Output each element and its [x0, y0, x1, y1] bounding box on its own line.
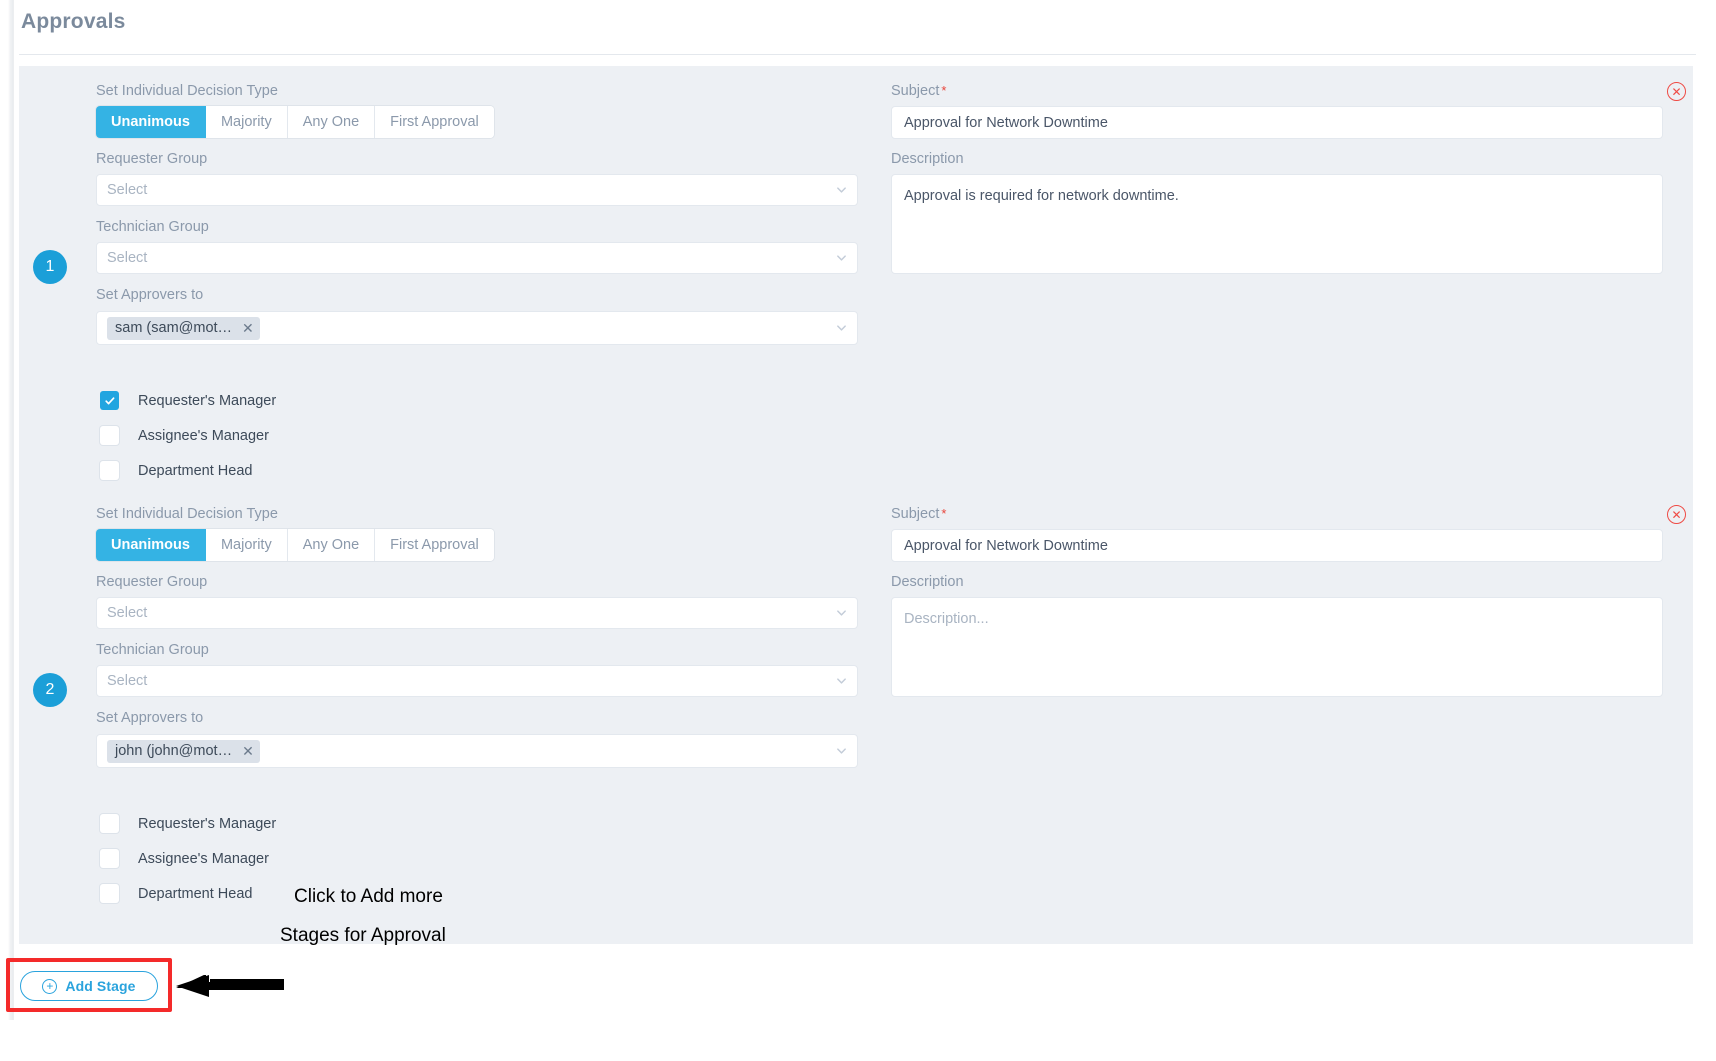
checkbox-box — [100, 814, 119, 833]
decision-type-anyone-2[interactable]: Any One — [287, 529, 376, 561]
decision-type-unanimous-1[interactable]: Unanimous — [96, 106, 206, 138]
checkbox-requesters-manager-2[interactable]: Requester's Manager — [100, 814, 276, 833]
decision-type-group-2[interactable]: Unanimous Majority Any One First Approva… — [96, 529, 494, 561]
subject-label-2: Subject * — [891, 506, 946, 522]
checkbox-label: Requester's Manager — [138, 392, 277, 409]
annotation-arrow-icon — [176, 974, 284, 997]
description-label-2: Description — [891, 574, 964, 590]
description-textarea-1[interactable]: Approval is required for network downtim… — [891, 174, 1663, 274]
approvals-page: Approvals 1 ✕ Set Individual Decision Ty… — [0, 0, 1716, 1061]
requester-group-value-1: Select — [107, 182, 148, 198]
technician-group-label-1: Technician Group — [96, 219, 209, 235]
checkbox-label: Assignee's Manager — [138, 850, 269, 867]
checkbox-label: Department Head — [138, 885, 253, 902]
chevron-down-icon — [836, 253, 847, 264]
chevron-down-icon — [836, 323, 847, 334]
checkbox-label: Department Head — [138, 462, 253, 479]
checkbox-label: Requester's Manager — [138, 815, 277, 832]
subject-label-text-2: Subject — [891, 506, 940, 522]
checkbox-department-head-1[interactable]: Department Head — [100, 461, 252, 480]
decision-type-group-1[interactable]: Unanimous Majority Any One First Approva… — [96, 106, 494, 138]
remove-approver-icon-2[interactable]: ✕ — [242, 744, 254, 758]
decision-type-anyone-1[interactable]: Any One — [287, 106, 376, 138]
checkbox-box — [100, 884, 119, 903]
chevron-down-icon — [836, 185, 847, 196]
set-approvers-select-2[interactable]: john (john@mot… ✕ — [96, 734, 858, 768]
approver-token-label-1: sam (sam@mot… — [115, 320, 233, 336]
requester-group-select-2[interactable]: Select — [96, 597, 858, 629]
header-divider — [19, 54, 1696, 55]
chevron-down-icon — [836, 608, 847, 619]
set-approvers-label-1: Set Approvers to — [96, 287, 204, 303]
page-left-edge-line — [13, 0, 14, 1020]
technician-group-label-2: Technician Group — [96, 642, 209, 658]
chevron-down-icon — [836, 676, 847, 687]
checkbox-assignees-manager-1[interactable]: Assignee's Manager — [100, 426, 269, 445]
technician-group-select-2[interactable]: Select — [96, 665, 858, 697]
requester-group-select-1[interactable]: Select — [96, 174, 858, 206]
requester-group-value-2: Select — [107, 605, 148, 621]
page-title: Approvals — [21, 10, 126, 33]
description-label-1: Description — [891, 151, 964, 167]
decision-type-label-1: Set Individual Decision Type — [96, 83, 278, 99]
decision-type-majority-1[interactable]: Majority — [205, 106, 288, 138]
remove-approver-icon-1[interactable]: ✕ — [242, 321, 254, 335]
checkbox-assignees-manager-2[interactable]: Assignee's Manager — [100, 849, 269, 868]
checkbox-box — [100, 849, 119, 868]
description-textarea-2[interactable]: Description... — [891, 597, 1663, 697]
stage-number-badge-2: 2 — [33, 673, 67, 707]
add-stage-button[interactable]: + Add Stage — [20, 971, 158, 1001]
approver-token-1: sam (sam@mot… ✕ — [107, 316, 260, 340]
decision-type-firstapproval-2[interactable]: First Approval — [375, 529, 494, 561]
decision-type-label-2: Set Individual Decision Type — [96, 506, 278, 522]
stage-number-badge-1: 1 — [33, 250, 67, 284]
checkbox-box — [100, 426, 119, 445]
requester-group-label-1: Requester Group — [96, 151, 208, 167]
set-approvers-select-1[interactable]: sam (sam@mot… ✕ — [96, 311, 858, 345]
checkbox-department-head-2[interactable]: Department Head — [100, 884, 252, 903]
set-approvers-label-2: Set Approvers to — [96, 710, 204, 726]
checkbox-box — [100, 461, 119, 480]
technician-group-value-2: Select — [107, 673, 148, 689]
subject-label-1: Subject * — [891, 83, 946, 99]
decision-type-unanimous-2[interactable]: Unanimous — [96, 529, 206, 561]
checkbox-label: Assignee's Manager — [138, 427, 269, 444]
annotation-line-1: Click to Add more — [294, 886, 443, 907]
chevron-down-icon — [836, 746, 847, 757]
subject-input-2[interactable]: Approval for Network Downtime — [891, 529, 1663, 562]
remove-stage-icon-1[interactable]: ✕ — [1667, 82, 1686, 101]
checkbox-requesters-manager-1[interactable]: Requester's Manager — [100, 391, 276, 410]
requester-group-label-2: Requester Group — [96, 574, 208, 590]
annotation-line-2: Stages for Approval — [280, 925, 446, 946]
checkbox-box — [100, 391, 119, 410]
required-mark: * — [941, 506, 947, 521]
decision-type-firstapproval-1[interactable]: First Approval — [375, 106, 494, 138]
technician-group-select-1[interactable]: Select — [96, 242, 858, 274]
subject-label-text-1: Subject — [891, 83, 940, 99]
remove-stage-icon-2[interactable]: ✕ — [1667, 505, 1686, 524]
required-mark: * — [941, 83, 947, 98]
approver-token-2: john (john@mot… ✕ — [107, 739, 260, 763]
approver-token-label-2: john (john@mot… — [115, 743, 233, 759]
plus-circle-icon: + — [42, 978, 58, 994]
decision-type-majority-2[interactable]: Majority — [205, 529, 288, 561]
technician-group-value-1: Select — [107, 250, 148, 266]
add-stage-label: Add Stage — [65, 978, 136, 994]
subject-input-1[interactable]: Approval for Network Downtime — [891, 106, 1663, 139]
